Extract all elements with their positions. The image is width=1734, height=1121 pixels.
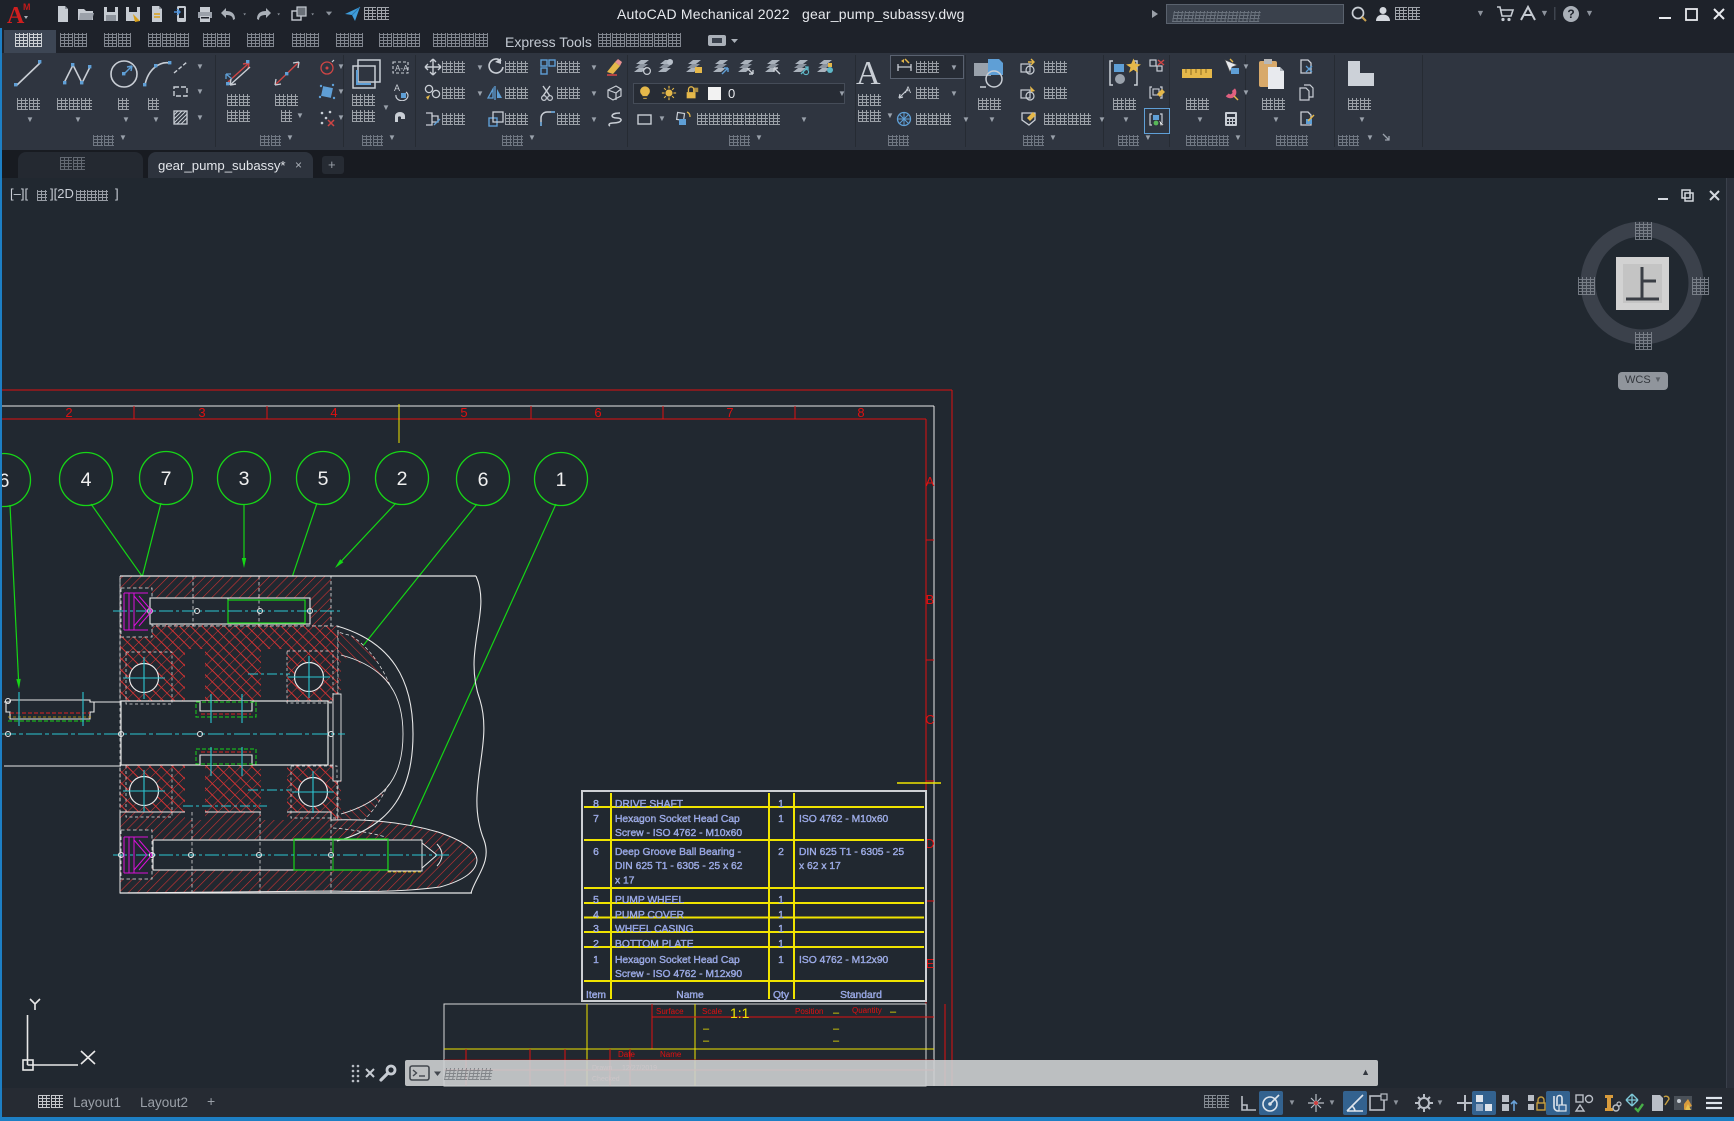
svg-text:Item: Item <box>586 990 606 1001</box>
svg-text:1: 1 <box>778 955 784 966</box>
svg-text:–: – <box>703 1035 710 1047</box>
svg-text:Scale: Scale <box>702 1007 723 1016</box>
svg-text:1: 1 <box>778 814 784 825</box>
svg-text:1: 1 <box>778 924 784 935</box>
svg-text:DIN 625 T1 - 6305 - 25 x 62: DIN 625 T1 - 6305 - 25 x 62 <box>615 861 743 872</box>
svg-text:Deep Groove Ball Bearing -: Deep Groove Ball Bearing - <box>615 847 741 858</box>
svg-text:A: A <box>926 474 935 489</box>
svg-text:4: 4 <box>330 405 337 420</box>
svg-text:Standard: Standard <box>840 990 882 1001</box>
svg-text:x 17: x 17 <box>615 875 635 886</box>
svg-text:7: 7 <box>726 405 733 420</box>
svg-text:1:1: 1:1 <box>730 1005 750 1021</box>
svg-text:–: – <box>890 1006 897 1018</box>
svg-text:Screw - ISO 4762 - M10x60: Screw - ISO 4762 - M10x60 <box>615 828 742 839</box>
svg-text:8: 8 <box>857 405 864 420</box>
svg-text:Name: Name <box>660 1050 682 1059</box>
svg-text:3: 3 <box>239 468 250 490</box>
svg-text:–: – <box>833 1007 840 1019</box>
svg-text:1: 1 <box>778 910 784 921</box>
svg-text:5: 5 <box>593 895 599 906</box>
svg-text:2: 2 <box>65 405 72 420</box>
svg-text:ISO 4762 - M12x90: ISO 4762 - M12x90 <box>799 955 889 966</box>
svg-text:1: 1 <box>593 955 599 966</box>
svg-text:6: 6 <box>593 847 599 858</box>
svg-text:x 62 x 17: x 62 x 17 <box>799 861 841 872</box>
svg-text:A: A <box>905 85 911 95</box>
svg-text:7: 7 <box>593 814 599 825</box>
svg-text:Position: Position <box>795 1007 823 1016</box>
svg-text:2: 2 <box>593 939 599 950</box>
svg-text:1: 1 <box>556 469 567 491</box>
svg-text:Surface: Surface <box>656 1007 684 1016</box>
svg-text:DIN 625 T1 - 6305 - 25: DIN 625 T1 - 6305 - 25 <box>799 847 904 858</box>
svg-text:Screw - ISO 4762 - M12x90: Screw - ISO 4762 - M12x90 <box>615 969 742 980</box>
svg-text:PUMP WHEEL: PUMP WHEEL <box>615 895 684 906</box>
svg-text:A-A: A-A <box>395 64 409 73</box>
svg-text:Quantity: Quantity <box>852 1006 882 1015</box>
svg-text:3: 3 <box>198 405 205 420</box>
svg-text:5: 5 <box>460 405 467 420</box>
svg-text:1: 1 <box>778 939 784 950</box>
svg-text:?: ? <box>1567 7 1574 21</box>
svg-text:BOTTOM PLATE: BOTTOM PLATE <box>615 939 694 950</box>
svg-text:Hexagon Socket Head Cap: Hexagon Socket Head Cap <box>615 955 740 966</box>
svg-text:Date: Date <box>618 1050 635 1059</box>
svg-text:ISO 4762 - M10x60: ISO 4762 - M10x60 <box>799 814 889 825</box>
svg-text:DRIVE SHAFT: DRIVE SHAFT <box>615 799 684 810</box>
svg-text:6: 6 <box>478 469 489 491</box>
svg-text:6: 6 <box>594 405 601 420</box>
svg-text:2: 2 <box>778 847 784 858</box>
svg-text:2: 2 <box>397 468 408 490</box>
svg-text:C: C <box>925 712 934 727</box>
svg-text:Qty: Qty <box>773 990 790 1001</box>
svg-text:–: – <box>833 1035 840 1047</box>
svg-text:4: 4 <box>593 910 599 921</box>
svg-text:1: 1 <box>778 799 784 810</box>
svg-text:7: 7 <box>161 468 172 490</box>
svg-text:8: 8 <box>593 799 599 810</box>
svg-text:M: M <box>23 2 31 12</box>
svg-text:Hexagon Socket Head Cap: Hexagon Socket Head Cap <box>615 814 740 825</box>
svg-text:4: 4 <box>81 469 92 491</box>
svg-text:A: A <box>394 83 400 93</box>
svg-text:3: 3 <box>593 924 599 935</box>
svg-text:B: B <box>926 592 935 607</box>
svg-text:–: – <box>703 1023 710 1035</box>
svg-text:1: 1 <box>778 895 784 906</box>
svg-text:Name: Name <box>676 990 704 1001</box>
svg-text:5: 5 <box>318 468 329 490</box>
svg-text:–: – <box>833 1023 840 1035</box>
svg-text:WHEEL CASING: WHEEL CASING <box>615 924 694 935</box>
svg-text:PUMP COVER: PUMP COVER <box>615 910 684 921</box>
